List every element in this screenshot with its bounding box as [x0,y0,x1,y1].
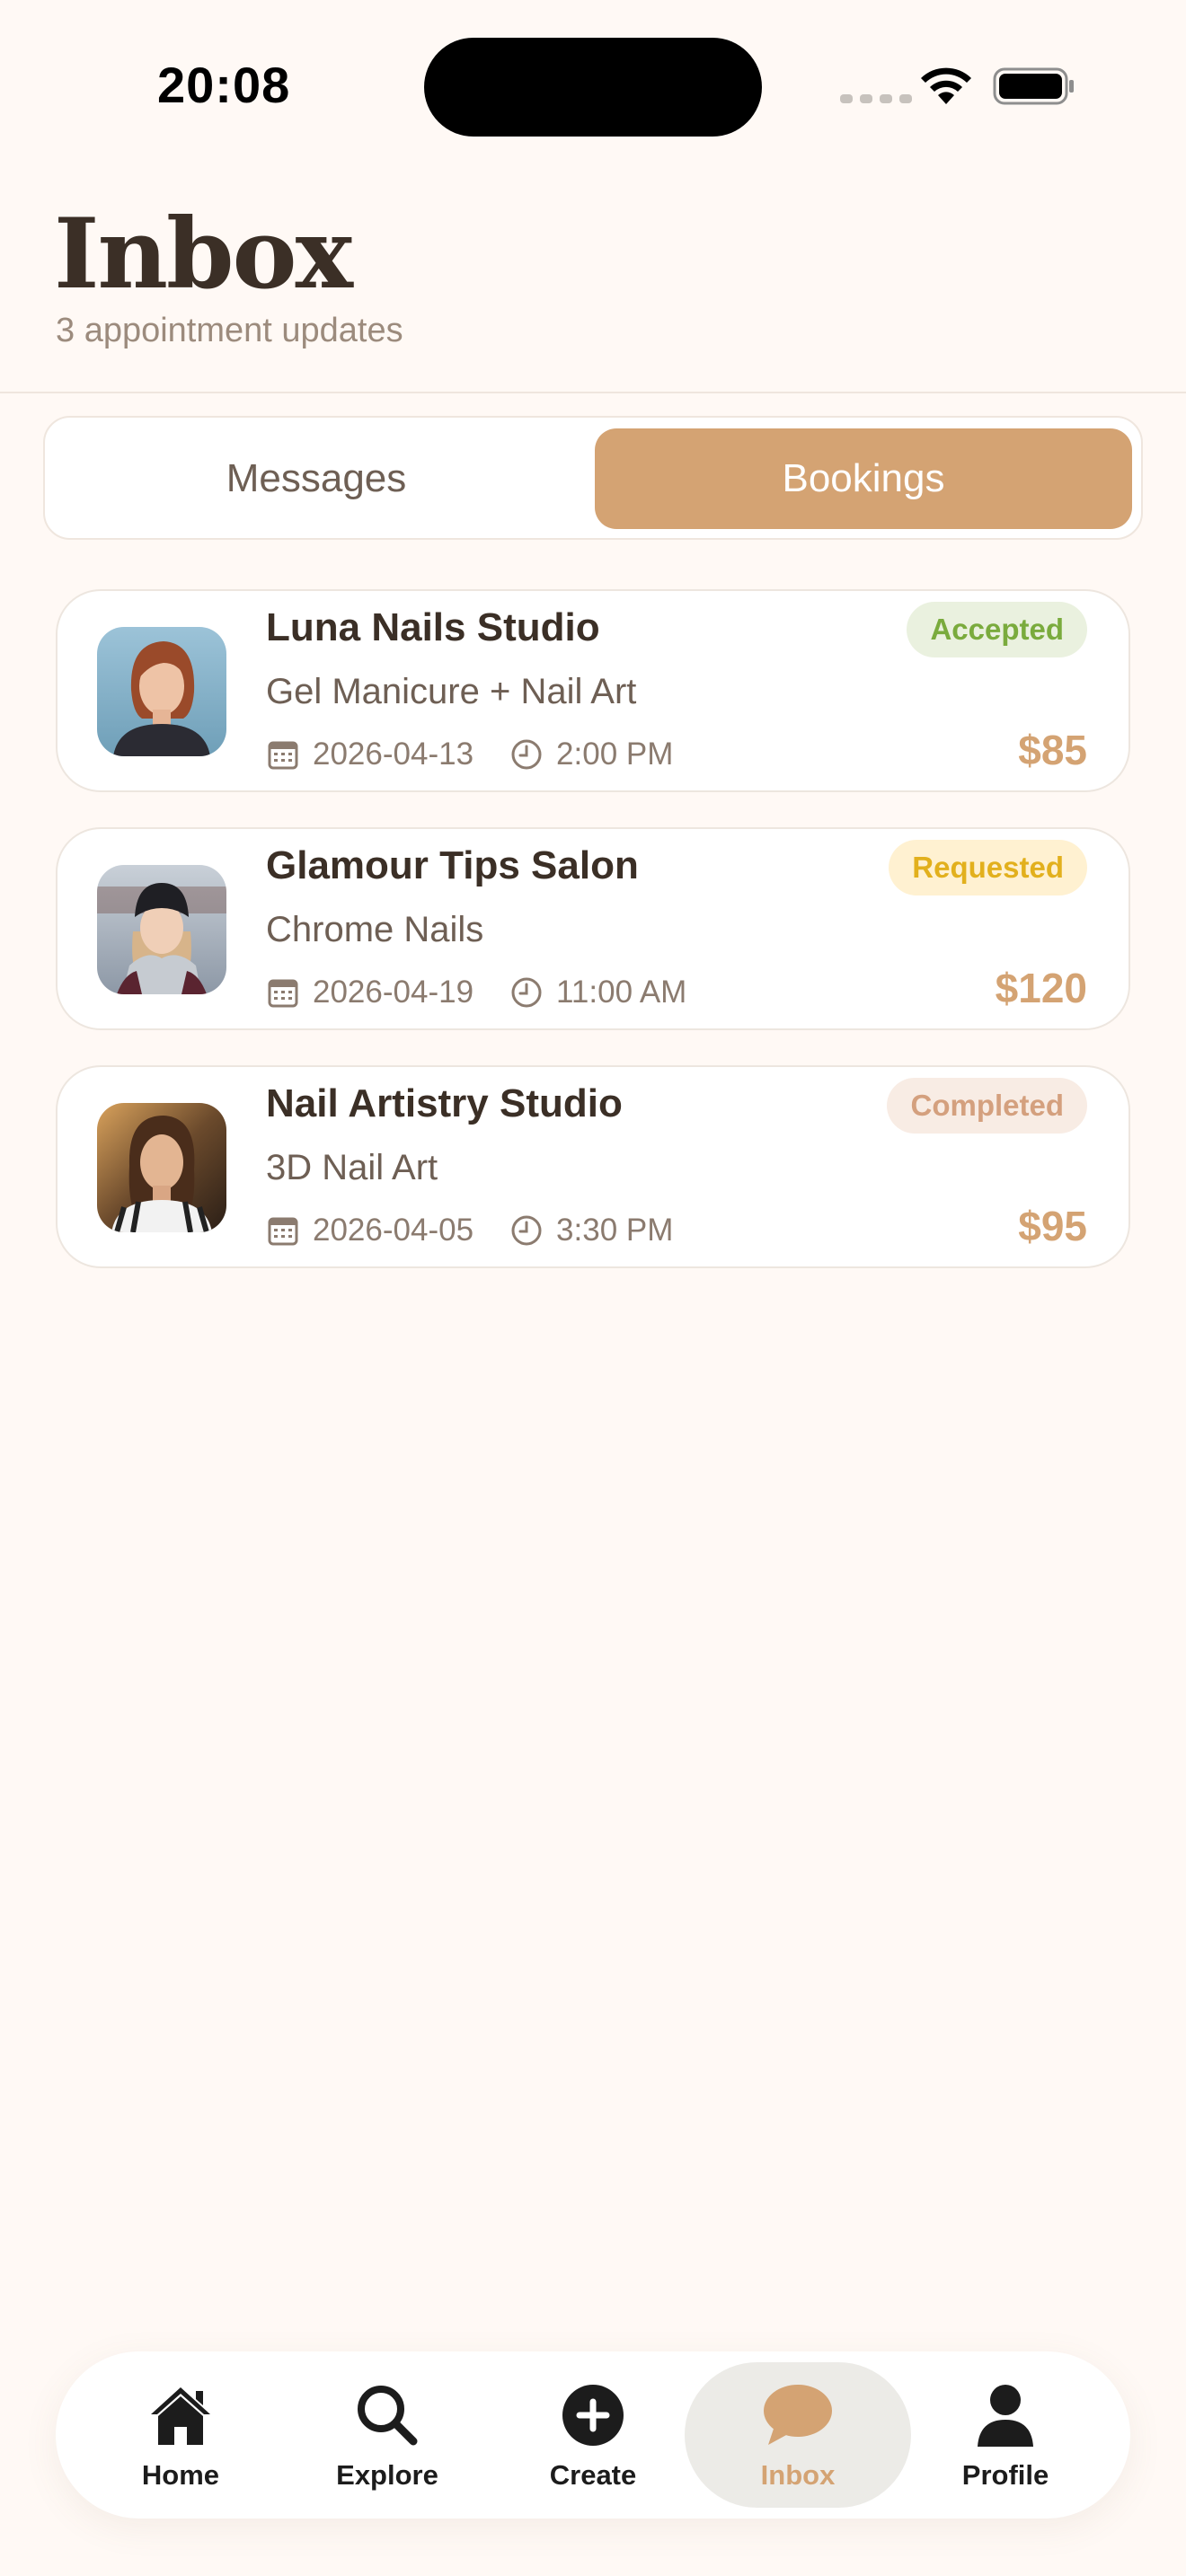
status-badge: Requested [889,840,1087,895]
wifi-icon [921,67,971,104]
status-time: 20:08 [157,57,291,113]
booking-card[interactable]: Nail Artistry Studio 3D Nail Art 2026-04… [56,1065,1130,1268]
appointment-date: 2026-04-13 [313,737,474,772]
tab-label: Inbox [760,2459,836,2491]
tab-label: Profile [961,2459,1049,2491]
salon-name: Nail Artistry Studio [266,1081,623,1125]
page-title: Inbox [54,198,353,311]
tab-label: Explore [336,2459,438,2491]
tab-inbox[interactable]: Inbox [685,2362,911,2508]
booking-price: $95 [1018,1203,1087,1249]
appointment-time: 2:00 PM [556,737,674,772]
clock-icon [511,977,542,1008]
calendar-icon [268,979,298,1008]
salon-name: Glamour Tips Salon [266,843,639,887]
status-badge: Accepted [907,602,1087,657]
service-name: Chrome Nails [266,910,484,949]
avatar [97,865,226,994]
home-icon [151,2387,210,2445]
appointment-time: 11:00 AM [556,975,687,1010]
tab-create[interactable]: Create [490,2362,696,2508]
tab-explore[interactable]: Explore [284,2362,491,2508]
tab-profile[interactable]: Profile [902,2362,1109,2508]
appointment-meta: 2026-04-19 11:00 AM [266,975,686,1010]
tab-home[interactable]: Home [77,2362,284,2508]
service-name: 3D Nail Art [266,1148,438,1187]
booking-price: $85 [1018,727,1087,773]
appointment-time: 3:30 PM [556,1213,674,1248]
appointment-meta: 2026-04-13 2:00 PM [266,737,673,772]
tab-label: Create [549,2459,637,2491]
cellular-signal-icon [840,94,912,103]
appointment-meta: 2026-04-05 3:30 PM [266,1213,673,1248]
avatar [97,627,226,756]
search-icon [358,2386,418,2446]
avatar [97,1103,226,1232]
calendar-icon [268,741,298,770]
bottom-tab-bar: Home Explore Create Inbox Profile [56,2351,1130,2519]
status-badge: Completed [887,1078,1087,1134]
tab-bookings[interactable]: Bookings [595,428,1132,529]
appointment-date: 2026-04-05 [313,1213,474,1248]
tab-label: Home [141,2459,220,2491]
chat-bubble-icon [764,2385,832,2445]
booking-price: $120 [995,965,1087,1011]
page-subtitle: 3 appointment updates [56,312,403,349]
clock-icon [511,739,542,770]
service-name: Gel Manicure + Nail Art [266,672,637,711]
salon-name: Luna Nails Studio [266,605,600,649]
inbox-segmented-control: Messages Bookings [43,416,1143,540]
appointment-date: 2026-04-19 [313,975,474,1010]
page-header: Inbox 3 appointment updates [0,171,1186,393]
inbox-screen: 20:08 Inbox 3 appointment updates Messag… [0,0,1186,2576]
plus-circle-icon [562,2385,624,2446]
booking-card[interactable]: Glamour Tips Salon Chrome Nails 2026-04-… [56,827,1130,1030]
dynamic-island [424,38,762,137]
booking-card[interactable]: Luna Nails Studio Gel Manicure + Nail Ar… [56,589,1130,792]
battery-icon [993,67,1074,105]
status-bar: 20:08 [0,0,1186,171]
clock-icon [511,1215,542,1246]
calendar-icon [268,1217,298,1246]
tab-messages[interactable]: Messages [56,428,577,529]
person-icon [978,2385,1033,2447]
